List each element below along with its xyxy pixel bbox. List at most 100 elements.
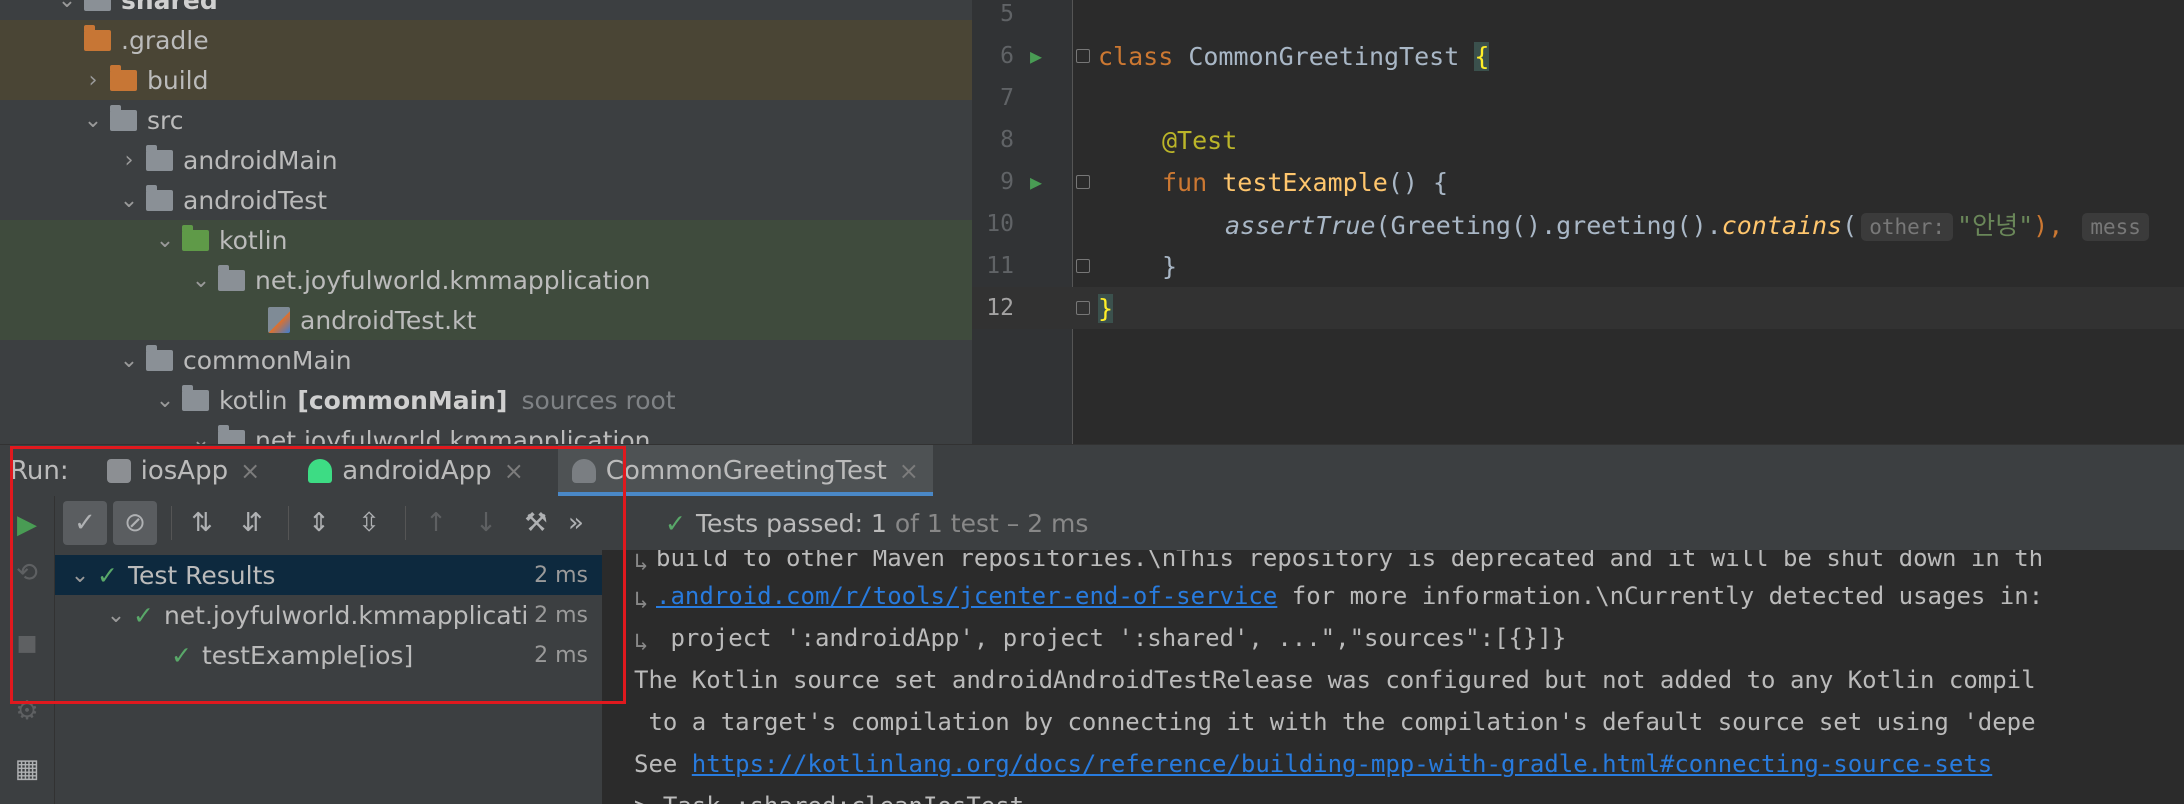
folder-icon	[84, 24, 111, 51]
tree-item-androidtest-kt[interactable]: androidTest.kt	[0, 300, 972, 340]
folder-icon	[110, 104, 137, 131]
tree-item-shared[interactable]: ⌄ shared	[0, 0, 972, 20]
tab-commongreetingtest[interactable]: CommonGreetingTest ×	[557, 445, 933, 497]
tree-item-build[interactable]: › build	[0, 60, 972, 100]
console-line: See https://kotlinlang.org/docs/referenc…	[634, 750, 1993, 778]
xcode-icon	[106, 459, 131, 483]
folder-icon	[146, 184, 173, 211]
show-passed-button[interactable]: ✓	[63, 501, 107, 545]
tree-item-package[interactable]: ⌄ net.joyfulworld.kmmapplication	[0, 260, 972, 300]
folder-icon	[182, 224, 209, 251]
run-test-icon[interactable]: ▶	[1030, 44, 1042, 68]
console-line: project ':androidApp', project ':shared'…	[656, 624, 1567, 652]
folder-icon	[84, 0, 111, 11]
fold-icon[interactable]	[1076, 259, 1090, 273]
console-line: The Kotlin source set androidAndroidTest…	[634, 666, 2036, 694]
run-side-toolbar: ▶ ⟲ ■ ⚙ ▦	[0, 496, 55, 804]
chevron-down-icon[interactable]: ⌄	[148, 388, 182, 413]
sort-alpha-button[interactable]: ⇅	[180, 501, 224, 545]
gradle-action-button[interactable]: ⚒	[514, 501, 558, 545]
gradle-icon	[571, 459, 596, 483]
folder-icon	[146, 144, 173, 171]
more-icon[interactable]: »	[564, 501, 588, 545]
project-tree: ⌄ shared .gradle › build ⌄ src › android…	[0, 0, 972, 444]
tree-item-kotlin-common[interactable]: ⌄ kotlin [commonMain] sources root	[0, 380, 972, 420]
passed-check-icon: ✓	[97, 560, 118, 590]
console-line: > Task :shared:cleanIosTest	[634, 792, 1024, 804]
fold-icon[interactable]	[1076, 301, 1090, 315]
chevron-right-icon[interactable]: ›	[76, 68, 110, 93]
tab-androidapp[interactable]: androidApp ×	[294, 445, 538, 497]
soft-wrap-icon: ↳	[634, 550, 649, 576]
code-line[interactable]: 5	[972, 0, 2184, 35]
code-line-current[interactable]: 12 }	[972, 287, 2184, 329]
chevron-down-icon[interactable]: ⌄	[148, 228, 182, 253]
test-toolbar: ✓ ⊘ ⇅ ⇵ ⇕ ⇳ ↑ ↓ ⚒ » ✓ Tests passed: 1 of …	[55, 496, 2184, 550]
sort-duration-button[interactable]: ⇵	[230, 501, 274, 545]
test-summary: ✓ Tests passed: 1 of 1 test – 2 ms	[665, 508, 1089, 538]
chevron-down-icon[interactable]: ⌄	[76, 108, 110, 133]
test-row-suite[interactable]: ⌄ ✓ net.joyfulworld.kmmapplicati 2 ms	[55, 595, 602, 635]
test-row-case[interactable]: ✓ testExample[ios] 2 ms	[55, 635, 602, 675]
tree-item-gradle[interactable]: .gradle	[0, 20, 972, 60]
expand-all-button[interactable]: ⇕	[297, 501, 341, 545]
jcenter-link[interactable]: .android.com/r/tools/jcenter-end-of-serv…	[656, 582, 1277, 610]
console-output[interactable]: ↳ build to other Maven repositories.\nTh…	[604, 550, 2184, 804]
test-results-tree: ⌄ ✓ Test Results 2 ms ⌄ ✓ net.joyfulworl…	[55, 550, 604, 804]
previous-test-button[interactable]: ↑	[414, 501, 458, 545]
package-icon	[218, 264, 245, 291]
folder-icon	[146, 344, 173, 371]
tree-item-package-common[interactable]: ⌄ net.joyfulworld.kmmapplication	[0, 420, 972, 444]
chevron-down-icon[interactable]: ⌄	[184, 268, 218, 293]
code-editor[interactable]: 5 6 ▶ class CommonGreetingTest { 7 8 @Te…	[972, 0, 2184, 444]
collapse-all-button[interactable]: ⇳	[347, 501, 391, 545]
layout-icon[interactable]: ▦	[12, 754, 42, 784]
rerun-failed-icon[interactable]: ⟲	[12, 558, 42, 588]
tab-iosapp[interactable]: iosApp ×	[93, 445, 275, 497]
next-test-button[interactable]: ↓	[464, 501, 508, 545]
soft-wrap-icon: ↳	[634, 586, 649, 614]
parameter-hint: mess	[2082, 213, 2149, 241]
stop-icon[interactable]: ■	[12, 628, 42, 658]
tree-item-kotlin[interactable]: ⌄ kotlin	[0, 220, 972, 260]
code-line[interactable]: 9 ▶ fun testExample() {	[972, 161, 2184, 203]
chevron-down-icon[interactable]: ⌄	[99, 603, 133, 628]
run-test-icon[interactable]: ▶	[1030, 170, 1042, 194]
package-icon	[218, 424, 245, 444]
console-line: build to other Maven repositories.\nThis…	[656, 550, 2044, 572]
tree-item-androidmain[interactable]: › androidMain	[0, 140, 972, 180]
soft-wrap-icon: ↳	[634, 628, 649, 656]
passed-check-icon: ✓	[133, 600, 154, 630]
fold-icon[interactable]	[1076, 175, 1090, 189]
tree-item-androidtest[interactable]: ⌄ androidTest	[0, 180, 972, 220]
code-line[interactable]: 7	[972, 77, 2184, 119]
fold-icon[interactable]	[1076, 49, 1090, 63]
chevron-down-icon[interactable]: ⌄	[184, 428, 218, 445]
chevron-down-icon[interactable]: ⌄	[112, 348, 146, 373]
close-icon[interactable]: ×	[899, 457, 919, 485]
code-line[interactable]: 6 ▶ class CommonGreetingTest {	[972, 35, 2184, 77]
close-icon[interactable]: ×	[240, 457, 260, 485]
run-label: Run:	[10, 456, 69, 486]
code-line[interactable]: 8 @Test	[972, 119, 2184, 161]
code-line[interactable]: 10 assertTrue(Greeting().greeting().cont…	[972, 203, 2184, 245]
console-line: .android.com/r/tools/jcenter-end-of-serv…	[656, 582, 2044, 610]
close-icon[interactable]: ×	[504, 457, 524, 485]
test-row-root[interactable]: ⌄ ✓ Test Results 2 ms	[55, 555, 602, 595]
code-line[interactable]: 11 }	[972, 245, 2184, 287]
parameter-hint: other:	[1861, 213, 1954, 241]
show-ignored-button[interactable]: ⊘	[113, 501, 157, 545]
kotlinlang-link[interactable]: https://kotlinlang.org/docs/reference/bu…	[692, 750, 1992, 778]
rerun-icon[interactable]: ▶	[12, 510, 42, 540]
chevron-down-icon[interactable]: ⌄	[112, 188, 146, 213]
source-root-icon	[182, 384, 209, 411]
run-tabs-bar: Run: iosApp × androidApp × CommonGreetin…	[0, 444, 2184, 497]
chevron-down-icon[interactable]: ⌄	[50, 0, 84, 13]
settings-icon[interactable]: ⚙	[12, 696, 42, 726]
kotlin-file-icon	[268, 307, 290, 333]
chevron-down-icon[interactable]: ⌄	[63, 563, 97, 588]
tree-item-commonmain[interactable]: ⌄ commonMain	[0, 340, 972, 380]
chevron-right-icon[interactable]: ›	[112, 148, 146, 173]
tree-item-src[interactable]: ⌄ src	[0, 100, 972, 140]
passed-check-icon: ✓	[171, 640, 192, 670]
